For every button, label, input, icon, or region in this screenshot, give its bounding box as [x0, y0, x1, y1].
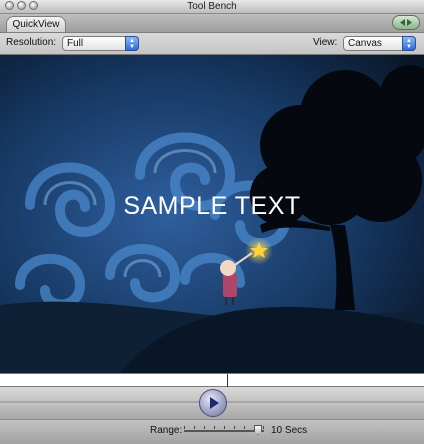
tab-quickview[interactable]: QuickView [6, 16, 66, 32]
toolbar-toggle-button[interactable] [392, 15, 420, 30]
transport-bar [0, 387, 424, 420]
toolbar: Resolution: Full ▲ ▼ View: Canvas ▲ ▼ [0, 33, 424, 55]
timeline-ruler[interactable] [0, 373, 424, 388]
resolution-label: Resolution: [6, 37, 57, 48]
playhead[interactable] [227, 374, 228, 388]
resolution-value: Full [67, 38, 84, 49]
slider-tick [194, 426, 195, 429]
slider-tick [263, 426, 264, 429]
popup-arrows-icon: ▲ ▼ [125, 36, 139, 51]
footer-bar: Range: 10 Secs [0, 420, 424, 444]
slider-tick [184, 426, 185, 429]
slider-tick [214, 426, 215, 429]
slider-thumb[interactable] [254, 425, 262, 435]
view-label: View: [313, 37, 338, 48]
window-title: Tool Bench [187, 1, 237, 12]
slider-tick [204, 426, 205, 429]
tab-bar: QuickView [0, 14, 424, 33]
sample-text-overlay: SAMPLE TEXT [123, 192, 301, 220]
play-icon [210, 397, 219, 409]
resolution-popup[interactable]: Full ▲ ▼ [62, 36, 139, 51]
title-bar: Tool Bench [0, 0, 424, 14]
view-popup[interactable]: Canvas ▲ ▼ [343, 36, 416, 51]
popup-arrows-icon: ▲ ▼ [402, 36, 416, 51]
range-duration: 10 Secs [271, 425, 308, 436]
slider-track [184, 430, 264, 432]
range-label: Range: [150, 425, 183, 436]
preview-canvas[interactable]: SAMPLE TEXT [0, 55, 424, 373]
slider-tick [224, 426, 225, 429]
range-slider[interactable] [184, 425, 266, 437]
play-button[interactable] [199, 389, 227, 417]
view-value: Canvas [348, 38, 382, 49]
toggle-icon [400, 19, 412, 26]
slider-tick [234, 426, 235, 429]
slider-tick [244, 426, 245, 429]
